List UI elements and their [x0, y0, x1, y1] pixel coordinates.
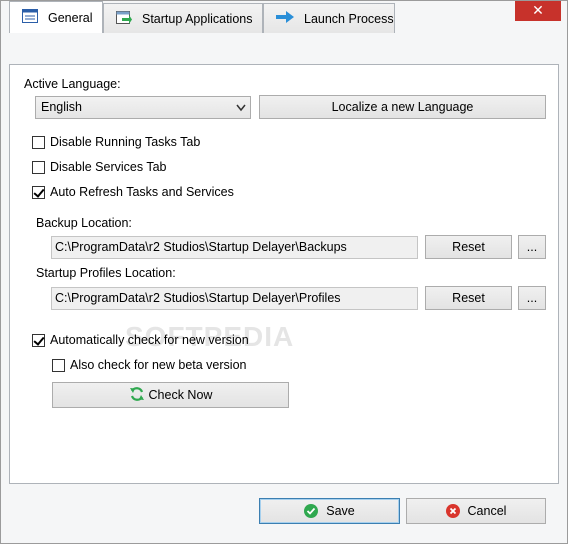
profiles-location-field[interactable]: C:\ProgramData\r2 Studios\Startup Delaye…: [51, 287, 418, 310]
active-language-label: Active Language:: [24, 77, 121, 91]
cancel-button[interactable]: Cancel: [406, 498, 546, 524]
startup-app-icon: [116, 9, 132, 28]
auto-check-version-checkbox[interactable]: [32, 334, 45, 347]
beta-check-label: Also check for new beta version: [70, 358, 247, 372]
language-select[interactable]: English: [35, 96, 251, 119]
save-button[interactable]: Save: [259, 498, 400, 524]
disable-services-checkbox[interactable]: [32, 161, 45, 174]
backup-location-label: Backup Location:: [36, 216, 132, 230]
close-button[interactable]: ✕: [515, 1, 561, 21]
profiles-reset-button[interactable]: Reset: [425, 286, 512, 310]
disable-running-tasks-label: Disable Running Tasks Tab: [50, 135, 201, 149]
cancel-circle-icon: [445, 504, 460, 518]
profiles-location-label: Startup Profiles Location:: [36, 266, 176, 280]
arrow-right-icon: [276, 11, 294, 26]
tab-label: Launch Process: [304, 11, 394, 26]
check-circle-icon: [304, 504, 319, 518]
beta-check-checkbox[interactable]: [52, 359, 65, 372]
tab-launch-process[interactable]: Launch Process: [263, 3, 395, 33]
auto-refresh-label: Auto Refresh Tasks and Services: [50, 185, 234, 199]
tab-startup-applications[interactable]: Startup Applications: [103, 3, 263, 33]
disable-running-tasks-checkbox[interactable]: [32, 136, 45, 149]
check-now-button[interactable]: Check Now: [52, 382, 289, 408]
profiles-browse-button[interactable]: ...: [518, 286, 546, 310]
save-label: Save: [326, 504, 355, 518]
language-value: English: [41, 100, 82, 114]
backup-location-field[interactable]: C:\ProgramData\r2 Studios\Startup Delaye…: [51, 236, 418, 259]
options-window: SD Options ✕ General Startup Application…: [0, 0, 568, 544]
backup-browse-button[interactable]: ...: [518, 235, 546, 259]
window-icon: [22, 9, 38, 26]
auto-refresh-checkbox[interactable]: [32, 186, 45, 199]
chevron-down-icon: [236, 97, 246, 126]
check-now-label: Check Now: [148, 388, 213, 402]
tab-label: Startup Applications: [142, 11, 253, 26]
refresh-icon: [129, 386, 145, 405]
tab-label: General: [48, 10, 93, 25]
backup-reset-button[interactable]: Reset: [425, 235, 512, 259]
disable-services-label: Disable Services Tab: [50, 160, 167, 174]
auto-check-version-label: Automatically check for new version: [50, 333, 249, 347]
tab-general[interactable]: General: [9, 1, 103, 33]
cancel-label: Cancel: [467, 504, 507, 518]
localize-language-button[interactable]: Localize a new Language: [259, 95, 546, 119]
